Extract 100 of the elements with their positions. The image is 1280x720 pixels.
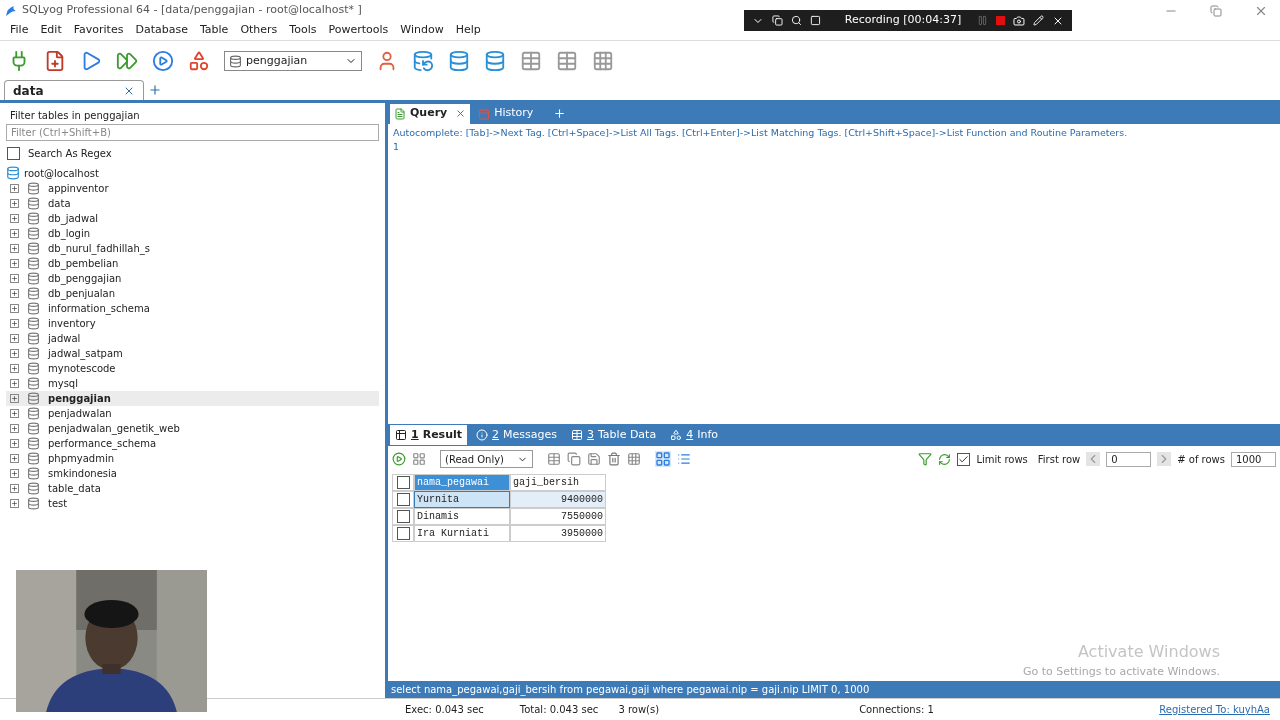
- expand-icon[interactable]: [10, 319, 19, 328]
- form-view-icon[interactable]: [677, 452, 691, 466]
- checkbox[interactable]: [396, 510, 410, 523]
- server-node[interactable]: root@localhost: [24, 165, 99, 181]
- query-tab[interactable]: History: [474, 103, 538, 124]
- tree-row[interactable]: db_pembelian: [6, 256, 379, 271]
- tree-row[interactable]: db_nurul_fadhillah_s: [6, 241, 379, 256]
- tree-row[interactable]: db_penggajian: [6, 271, 379, 286]
- checkbox[interactable]: [957, 452, 971, 466]
- region-icon[interactable]: [809, 15, 821, 26]
- tree-row[interactable]: penggajian: [6, 391, 379, 406]
- column-header[interactable]: gaji_bersih: [510, 474, 606, 491]
- tree-row[interactable]: smkindonesia: [6, 466, 379, 481]
- tree-row[interactable]: db_penjualan: [6, 286, 379, 301]
- checkbox[interactable]: [396, 493, 410, 506]
- database-icon[interactable]: [448, 50, 470, 72]
- grid-menu-icon[interactable]: [412, 452, 426, 466]
- expand-icon[interactable]: [10, 229, 19, 238]
- grid-view-icon[interactable]: [655, 451, 671, 467]
- stop-icon[interactable]: [996, 16, 1006, 25]
- tree-row[interactable]: data: [6, 196, 379, 211]
- next-icon[interactable]: [1157, 452, 1172, 466]
- expand-icon[interactable]: [10, 304, 19, 313]
- expand-icon[interactable]: [10, 469, 19, 478]
- camera-icon[interactable]: [1013, 14, 1026, 27]
- menu-item[interactable]: File: [4, 22, 35, 39]
- windows-icon[interactable]: [771, 15, 783, 26]
- tree-row[interactable]: appinventor: [6, 181, 379, 196]
- tree-row[interactable]: penjadwalan: [6, 406, 379, 421]
- pause-icon[interactable]: [977, 15, 989, 26]
- result-tab[interactable]: 1 Result: [390, 425, 467, 445]
- database-select[interactable]: penggajian: [224, 51, 362, 71]
- expand-icon[interactable]: [10, 379, 19, 388]
- menu-item[interactable]: Edit: [34, 22, 68, 39]
- expand-icon[interactable]: [10, 199, 19, 208]
- connection-tab[interactable]: data: [4, 80, 144, 100]
- checkbox[interactable]: [396, 476, 410, 489]
- save-icon[interactable]: [587, 452, 601, 466]
- expand-icon[interactable]: [10, 394, 19, 403]
- first-row-field[interactable]: 0: [1106, 451, 1152, 467]
- copy-icon[interactable]: [567, 452, 581, 466]
- menu-item[interactable]: Database: [129, 22, 194, 39]
- tree-row[interactable]: db_login: [6, 226, 379, 241]
- query-tab[interactable]: Query: [390, 103, 471, 124]
- tree-row[interactable]: mynotescode: [6, 361, 379, 376]
- menu-item[interactable]: Powertools: [322, 22, 395, 39]
- refresh-icon[interactable]: [938, 452, 952, 466]
- expand-icon[interactable]: [10, 259, 19, 268]
- grid-icon[interactable]: [627, 452, 641, 466]
- menu-item[interactable]: Tools: [283, 22, 323, 39]
- previous-icon[interactable]: [1086, 452, 1101, 466]
- checkbox[interactable]: [7, 146, 20, 160]
- shapes-icon[interactable]: [188, 50, 210, 72]
- result-tab[interactable]: 2 Messages: [471, 425, 562, 445]
- expand-icon[interactable]: [10, 454, 19, 463]
- tree-row[interactable]: inventory: [6, 316, 379, 331]
- pencil-icon[interactable]: [1033, 15, 1044, 26]
- add-tab-icon[interactable]: [148, 83, 162, 97]
- grid-icon[interactable]: [592, 50, 614, 72]
- expand-icon[interactable]: [10, 244, 19, 253]
- database-icon[interactable]: [412, 50, 434, 72]
- add-tab-icon[interactable]: [553, 107, 567, 120]
- tree-row[interactable]: mysql: [6, 376, 379, 391]
- menu-item[interactable]: Others: [234, 22, 284, 39]
- menu-item[interactable]: Window: [394, 22, 450, 39]
- menu-item[interactable]: Table: [193, 22, 235, 39]
- tree-row[interactable]: table_data: [6, 481, 379, 496]
- expand-icon[interactable]: [10, 484, 19, 493]
- result-tab[interactable]: 3 Table Data: [565, 425, 662, 445]
- add-row-icon[interactable]: [392, 452, 406, 466]
- expand-icon[interactable]: [10, 364, 19, 373]
- restore-icon[interactable]: [1210, 4, 1222, 17]
- tree-row[interactable]: phpmyadmin: [6, 451, 379, 466]
- registration-link[interactable]: Registered To: kuyhAa: [1159, 702, 1270, 717]
- expand-icon[interactable]: [10, 499, 19, 508]
- tree-row[interactable]: information_schema: [6, 301, 379, 316]
- tree-row[interactable]: performance_schema: [6, 436, 379, 451]
- table-icon[interactable]: [547, 452, 561, 466]
- tree-row[interactable]: db_jadwal: [6, 211, 379, 226]
- table-icon[interactable]: [520, 50, 542, 72]
- tree-row[interactable]: jadwal_satpam: [6, 346, 379, 361]
- rows-field[interactable]: 1000: [1231, 451, 1276, 467]
- checkbox[interactable]: [396, 527, 410, 540]
- expand-icon[interactable]: [10, 334, 19, 343]
- filter-icon[interactable]: [918, 452, 933, 466]
- menu-item[interactable]: Favorites: [67, 22, 130, 39]
- new-query-icon[interactable]: [44, 50, 66, 72]
- expand-icon[interactable]: [10, 274, 19, 283]
- filter-field[interactable]: Filter (Ctrl+Shift+B): [6, 124, 379, 141]
- tree-row[interactable]: test: [6, 496, 379, 511]
- expand-icon[interactable]: [10, 424, 19, 433]
- expand-icon[interactable]: [10, 439, 19, 448]
- run-all-icon[interactable]: [116, 50, 138, 72]
- run-grid-icon[interactable]: [152, 50, 174, 72]
- search-icon[interactable]: [790, 15, 802, 26]
- database-icon[interactable]: [484, 50, 506, 72]
- result-tab[interactable]: 4 Info: [665, 425, 723, 445]
- tree-row[interactable]: penjadwalan_genetik_web: [6, 421, 379, 436]
- menu-item[interactable]: Help: [449, 22, 487, 39]
- expand-icon[interactable]: [10, 349, 19, 358]
